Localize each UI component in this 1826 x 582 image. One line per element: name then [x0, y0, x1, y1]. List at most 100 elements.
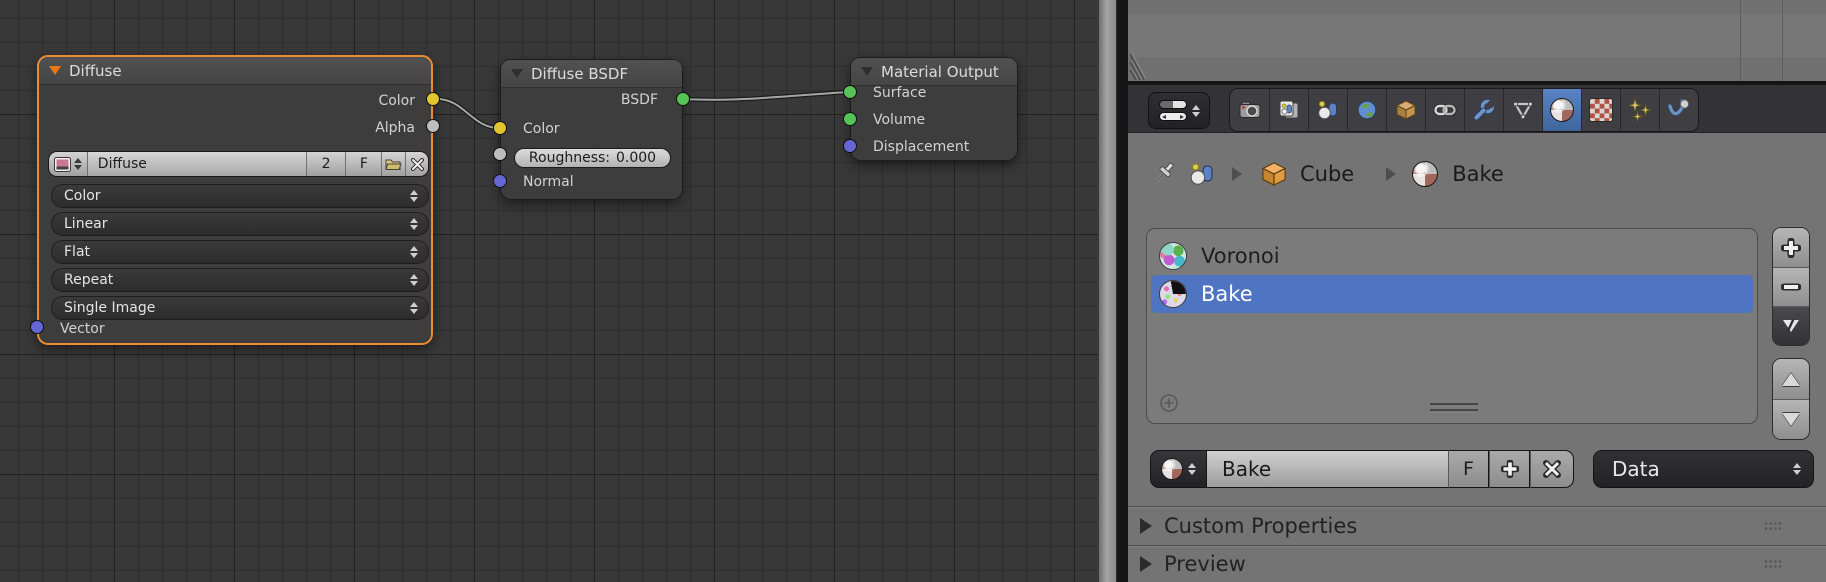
output-label-color: Color [378, 93, 415, 109]
open-image-button[interactable] [381, 152, 406, 176]
socket-bsdf-roughness-in[interactable] [493, 147, 507, 161]
breadcrumb-object-name[interactable]: Cube [1300, 162, 1354, 186]
properties-editor: Cube Bake Voronoi Bake Bake F Data Custo… [1128, 85, 1826, 582]
socket-output-displacement-in[interactable] [843, 139, 857, 153]
fake-user-button[interactable]: F [345, 152, 382, 176]
collapse-triangle-icon[interactable] [511, 69, 523, 78]
image-browse-button[interactable] [49, 152, 87, 176]
browse-arrows-icon [1188, 463, 1196, 475]
node-bsdf-header[interactable]: Diffuse BSDF [501, 60, 682, 88]
tab-particles[interactable] [1620, 89, 1659, 131]
tab-modifiers[interactable] [1464, 89, 1503, 131]
link-surface-outline [682, 89, 850, 102]
area-resize-grip-icon[interactable] [1129, 52, 1159, 80]
node-title: Diffuse [69, 61, 122, 80]
node-diffuse-texture[interactable]: Diffuse Color Alpha Diffuse 2 F Color Li… [37, 55, 433, 345]
slot-row-bake[interactable]: Bake [1151, 275, 1753, 313]
slot-specials-menu-button[interactable] [1773, 306, 1809, 345]
dropdown-value: Flat [64, 244, 91, 260]
slot-label: Bake [1201, 282, 1253, 306]
link-color-outline [436, 96, 500, 131]
collapse-triangle-icon[interactable] [861, 67, 873, 76]
socket-diffuse-vector-in[interactable] [30, 320, 44, 334]
move-slot-up-button[interactable] [1773, 359, 1809, 399]
socket-output-volume-in[interactable] [843, 112, 857, 126]
node-title: Material Output [881, 62, 999, 81]
filter-options-icon[interactable] [1159, 393, 1179, 413]
breadcrumb-arrow-icon [1232, 167, 1242, 181]
image-name-field[interactable]: Diffuse [86, 152, 306, 176]
list-resize-handle[interactable] [1430, 403, 1478, 413]
tab-object-data[interactable] [1503, 89, 1542, 131]
object-cube-icon[interactable] [1260, 160, 1288, 188]
panel-drag-dots-icon[interactable] [1764, 521, 1782, 531]
image-icon [53, 156, 71, 172]
new-material-button[interactable] [1489, 450, 1530, 488]
properties-editor-icon [1158, 100, 1187, 121]
socket-bsdf-out[interactable] [676, 92, 690, 106]
column-divider [1782, 0, 1783, 81]
tab-constraints[interactable] [1425, 89, 1464, 131]
node-output-header[interactable]: Material Output [851, 58, 1017, 86]
users-count-button[interactable]: 2 [305, 152, 346, 176]
roughness-slider[interactable]: Roughness: 0.000 [514, 148, 671, 168]
tab-physics[interactable] [1659, 89, 1698, 131]
material-name-field[interactable]: Bake [1207, 450, 1448, 488]
remove-slot-button[interactable] [1773, 267, 1809, 306]
tab-texture[interactable] [1581, 89, 1620, 131]
unlink-button[interactable] [405, 152, 428, 176]
scene-breadcrumb-icon[interactable] [1188, 160, 1216, 188]
tab-scene[interactable] [1308, 89, 1347, 131]
node-diffuse-bsdf[interactable]: Diffuse BSDF BSDF Color Roughness: 0.000… [500, 59, 683, 200]
add-slot-button[interactable] [1773, 228, 1809, 267]
tab-render[interactable] [1230, 89, 1269, 131]
node-editor-vertical-scrollbar[interactable] [1098, 0, 1117, 582]
editor-type-button[interactable] [1148, 92, 1210, 129]
pin-icon[interactable] [1150, 159, 1178, 189]
dropdown-value: Color [64, 188, 101, 204]
collapse-triangle-icon[interactable] [49, 66, 61, 75]
node-material-output[interactable]: Material Output Surface Volume Displacem… [850, 57, 1018, 161]
socket-diffuse-alpha-out[interactable] [426, 119, 440, 133]
material-link-dropdown[interactable]: Data [1593, 450, 1814, 488]
close-icon [410, 157, 424, 171]
panel-drag-dots-icon[interactable] [1764, 559, 1782, 569]
chevron-updown-icon [410, 218, 418, 230]
slot-row-voronoi[interactable]: Voronoi [1151, 237, 1753, 275]
tab-material[interactable] [1542, 89, 1581, 131]
socket-diffuse-color-out[interactable] [426, 92, 440, 106]
material-slot-list[interactable]: Voronoi Bake [1146, 228, 1758, 424]
dropdown-value: Linear [64, 216, 108, 232]
cube-icon [1395, 100, 1417, 120]
chevron-updown-icon [1793, 463, 1801, 475]
socket-bsdf-normal-in[interactable] [493, 174, 507, 188]
socket-bsdf-color-in[interactable] [493, 121, 507, 135]
preview-panel-header[interactable]: Preview [1128, 545, 1826, 582]
node-diffuse-header[interactable]: Diffuse [39, 57, 431, 85]
extension-dropdown[interactable]: Repeat [51, 268, 429, 292]
tab-object[interactable] [1386, 89, 1425, 131]
source-dropdown[interactable]: Single Image [51, 296, 429, 320]
tab-world[interactable] [1347, 89, 1386, 131]
custom-properties-panel-header[interactable]: Custom Properties [1128, 506, 1826, 544]
projection-dropdown[interactable]: Flat [51, 240, 429, 264]
tab-render-layers[interactable] [1269, 89, 1308, 131]
properties-header [1128, 85, 1826, 133]
input-label-volume: Volume [873, 112, 926, 128]
material-sphere-icon[interactable] [1412, 161, 1439, 187]
fake-user-button[interactable]: F [1448, 450, 1489, 488]
node-title: Diffuse BSDF [531, 64, 629, 83]
node-editor-canvas[interactable]: Diffuse Color Alpha Diffuse 2 F Color Li… [0, 0, 1098, 582]
unlink-material-button[interactable] [1530, 450, 1574, 488]
plus-icon [1781, 237, 1801, 258]
move-slot-down-button[interactable] [1773, 399, 1809, 439]
mesh-data-icon [1513, 101, 1533, 120]
specials-triangle-icon [1783, 319, 1799, 333]
socket-output-surface-in[interactable] [843, 85, 857, 99]
chevron-updown-icon [410, 302, 418, 314]
color-space-dropdown[interactable]: Color [51, 184, 429, 208]
breadcrumb-material-name[interactable]: Bake [1452, 162, 1504, 186]
output-label-alpha: Alpha [375, 120, 415, 136]
interpolation-dropdown[interactable]: Linear [51, 212, 429, 236]
browse-material-button[interactable] [1150, 450, 1207, 488]
